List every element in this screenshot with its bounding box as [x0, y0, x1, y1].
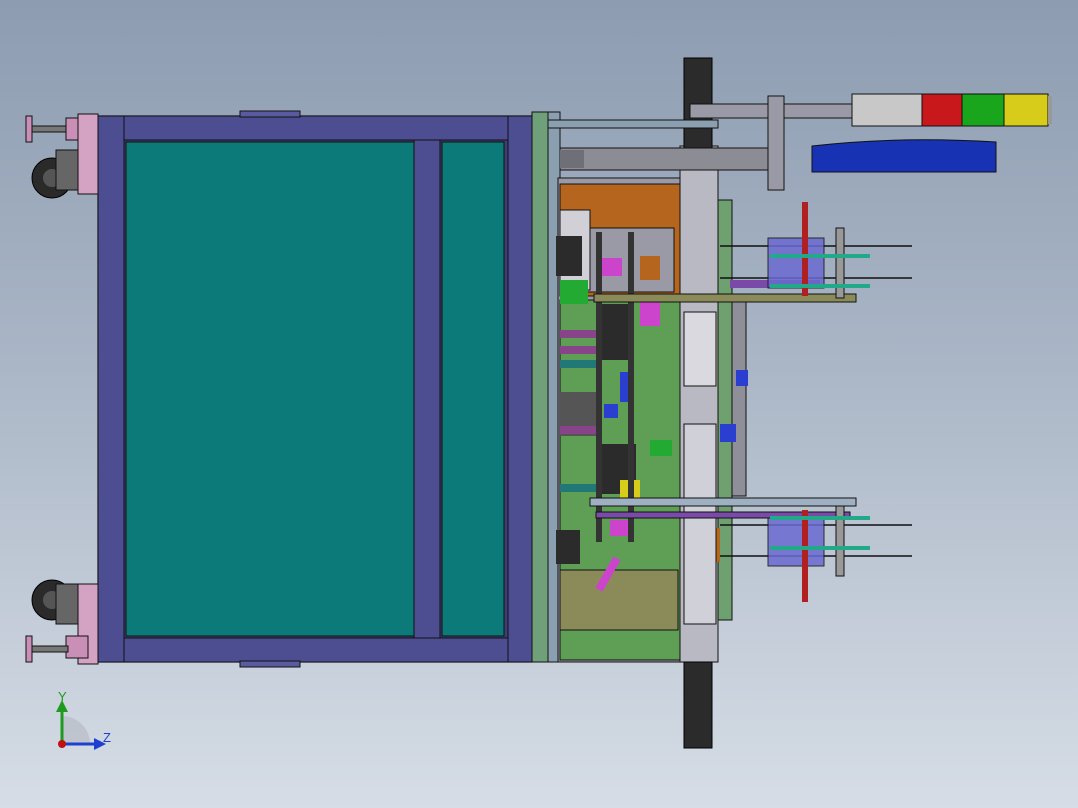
blue-guard-cover — [811, 139, 997, 173]
axis-z-label: Z — [103, 730, 111, 745]
top-caster-wheel — [31, 149, 79, 199]
signal-light-tower — [851, 93, 1052, 127]
horizontal-cylinder — [559, 147, 769, 171]
machine-assembly-drawing: Y Z — [25, 57, 1052, 750]
cad-viewport[interactable]: Y Z — [0, 0, 1078, 808]
cabinet-panel-large — [125, 141, 415, 637]
bottom-caster-wheel — [31, 579, 79, 625]
lower-transfer-shaft — [720, 505, 912, 602]
cabinet-panel-small — [441, 141, 505, 637]
axis-y-label: Y — [58, 689, 67, 704]
axis-triad: Y Z — [56, 689, 111, 750]
